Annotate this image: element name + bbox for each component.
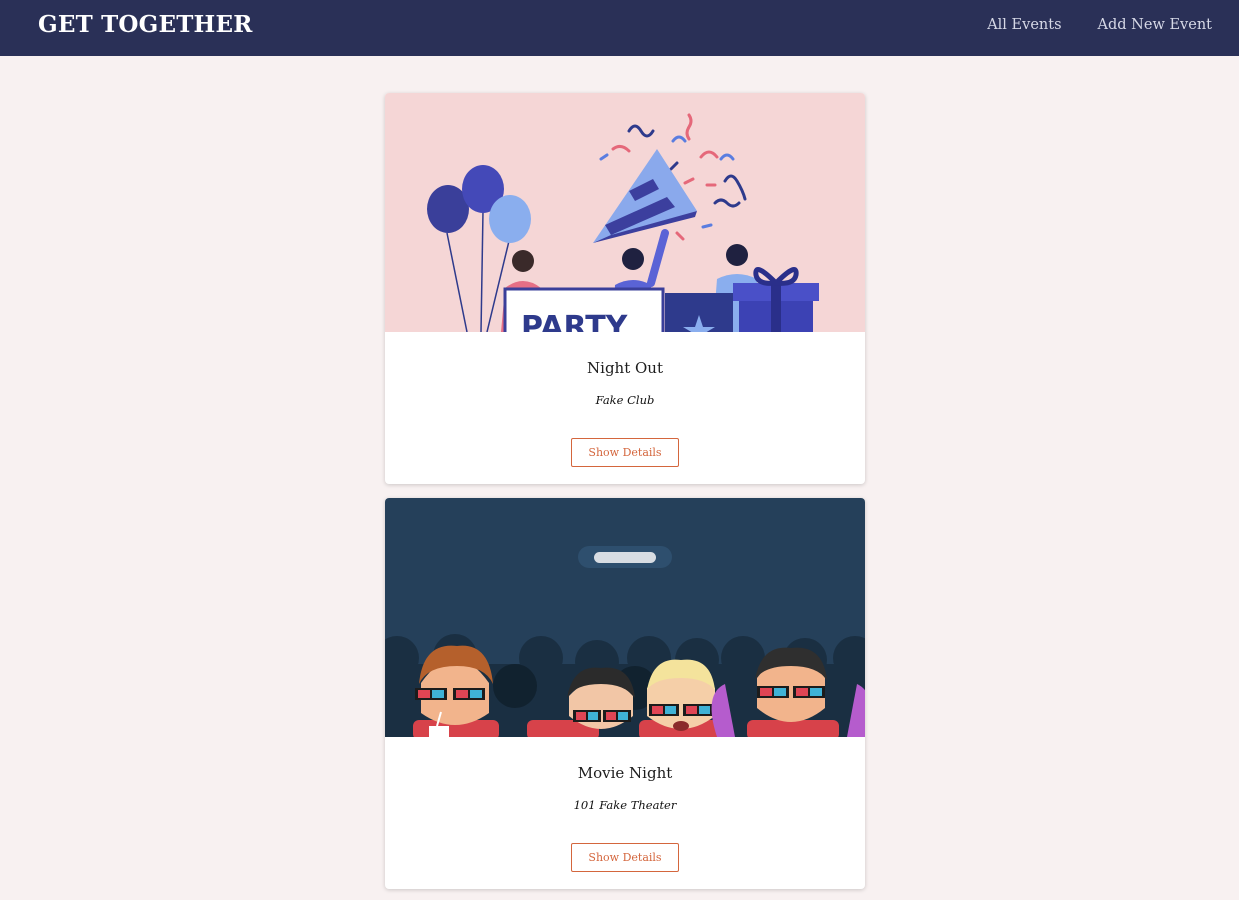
nav-add-event-link[interactable]: Add New Event	[1098, 17, 1212, 33]
party-illustration: PARTY	[385, 93, 865, 332]
show-details-button[interactable]: Show Details	[571, 843, 679, 872]
main-nav: All Events Add New Event	[987, 17, 1212, 33]
top-navbar: GET TOGETHER All Events Add New Event	[0, 0, 1239, 56]
event-card: Movie Night 101 Fake Theater Show Detail…	[385, 498, 865, 889]
event-venue: 101 Fake Theater	[573, 798, 677, 812]
event-venue: Fake Club	[595, 393, 655, 407]
event-title: Movie Night	[577, 764, 673, 782]
app-logo[interactable]: GET TOGETHER	[38, 11, 253, 38]
event-card: PARTY Night Out Fake Club Show Details	[385, 93, 865, 484]
event-title: Night Out	[587, 359, 663, 377]
nav-all-events-link[interactable]: All Events	[987, 17, 1061, 33]
show-details-button[interactable]: Show Details	[571, 438, 679, 467]
movie-theater-illustration	[385, 498, 865, 737]
party-sign-text: PARTY	[521, 310, 629, 332]
